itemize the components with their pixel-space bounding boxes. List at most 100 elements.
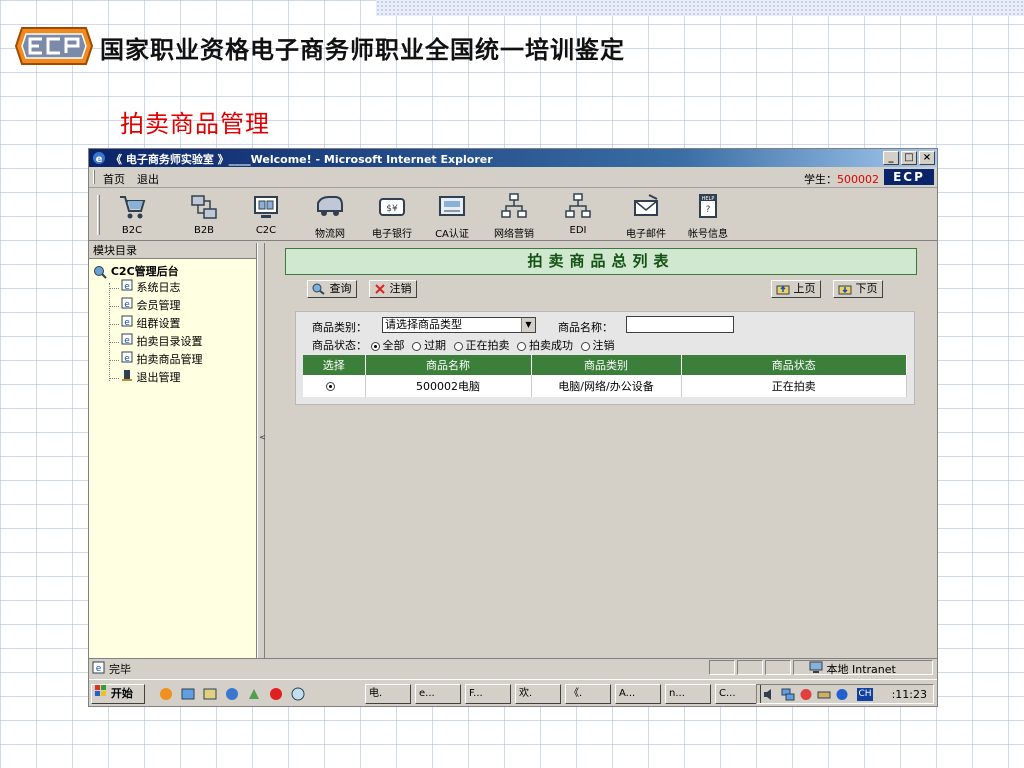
quicklaunch-red-icon[interactable] — [269, 687, 283, 701]
next-page-label: 下页 — [855, 282, 878, 295]
toolbar-c2c-button[interactable]: C2C — [237, 193, 295, 237]
toolbar-logistics-label: 物流网 — [315, 229, 345, 240]
toolbar-edi-button[interactable]: EDI — [549, 193, 607, 237]
status-radio-auctioning[interactable]: 正在拍卖 — [453, 337, 510, 353]
taskbar-clock: :11:23 — [891, 688, 927, 701]
toolbar-email-button[interactable]: 电子邮件 — [617, 193, 675, 240]
toolbar-ca-button[interactable]: CA认证 — [423, 193, 481, 240]
col-header-category[interactable]: 商品类别 — [531, 355, 682, 375]
svg-text:e: e — [124, 282, 130, 291]
task-button-a[interactable]: A... — [615, 684, 661, 704]
toolbar-b2b-button[interactable]: B2B — [175, 193, 233, 237]
module-sidebar: 模块目录 C2C管理后台 e 系统日志 e 会员管理 e 组群设置 e 拍卖目录… — [89, 243, 257, 658]
row-status-cell: 正在拍卖 — [681, 375, 907, 397]
task-button-edit[interactable]: e... — [415, 684, 461, 704]
window-titlebar[interactable]: e 《 电子商务师实验室 》____Welcome! - Microsoft I… — [89, 149, 937, 167]
task-button-c[interactable]: C... — [715, 684, 761, 704]
close-x-icon — [375, 284, 385, 294]
sidebar-item-auction-goods[interactable]: e 拍卖商品管理 — [109, 351, 203, 367]
status-radio-success[interactable]: 拍卖成功 — [517, 337, 573, 353]
language-indicator[interactable]: CH — [857, 688, 873, 701]
radio-dot[interactable] — [412, 341, 421, 351]
toolbar-logistics-button[interactable]: 物流网 — [301, 193, 359, 240]
maximize-button[interactable]: □ — [901, 151, 917, 165]
prev-page-button[interactable]: 上页 — [771, 280, 821, 298]
student-info: 学生：500002 — [804, 171, 879, 187]
module-toolbar: B2C B2B C2C 物流网 $¥ 电子银行 CA认证 网络营销 EDI 电子… — [89, 189, 937, 241]
query-button[interactable]: 查询 — [307, 280, 357, 298]
svg-text:e: e — [96, 664, 102, 674]
sidebar-item-group[interactable]: e 组群设置 — [109, 315, 181, 331]
col-header-status[interactable]: 商品状态 — [681, 355, 907, 375]
minimize-button[interactable]: _ — [883, 151, 899, 165]
row-select-radio[interactable] — [325, 380, 338, 393]
toolbar-bank-button[interactable]: $¥ 电子银行 — [363, 193, 421, 240]
radio-dot[interactable] — [517, 341, 526, 351]
sidebar-item-auction-catalog[interactable]: e 拍卖目录设置 — [109, 333, 203, 349]
intranet-icon — [809, 661, 823, 673]
quicklaunch-disc-icon[interactable] — [291, 687, 305, 701]
tree-root-c2c[interactable]: C2C管理后台 — [93, 263, 179, 279]
task-button-lab[interactable]: 《. — [565, 684, 611, 704]
status-radio-cancelled[interactable]: 注销 — [580, 337, 615, 353]
row-category-cell: 电脑/网络/办公设备 — [531, 375, 682, 397]
status-radio-expired[interactable]: 过期 — [412, 337, 446, 353]
start-label: 开始 — [110, 687, 133, 700]
frame-splitter[interactable]: < — [257, 243, 267, 658]
volume-icon[interactable] — [763, 688, 777, 701]
sidebar-item-member[interactable]: e 会员管理 — [109, 297, 181, 313]
svg-text:e: e — [124, 354, 130, 363]
list-title: 拍卖商品总列表 — [285, 248, 917, 275]
toolbar-b2c-button[interactable]: B2C — [103, 193, 161, 237]
ie-page-icon: e — [121, 297, 133, 310]
folder-up-icon — [776, 285, 790, 295]
col-header-name[interactable]: 商品名称 — [365, 355, 532, 375]
radio-dot[interactable] — [370, 341, 380, 351]
task-button-n[interactable]: n... — [665, 684, 711, 704]
toolbar-email-label: 电子邮件 — [626, 229, 666, 240]
prev-page-label: 上页 — [793, 282, 816, 295]
radio-dot[interactable] — [325, 382, 335, 391]
task-button-doc[interactable]: 电. — [365, 684, 411, 704]
row-select-cell[interactable] — [303, 375, 366, 397]
dropdown-arrow-icon[interactable]: ▼ — [521, 318, 535, 332]
name-input[interactable] — [626, 316, 734, 333]
radio-dot[interactable] — [580, 341, 590, 351]
close-button[interactable]: × — [919, 151, 935, 165]
exit-door-icon — [122, 370, 132, 381]
radio-dot[interactable] — [453, 341, 463, 351]
network-tray-icon[interactable] — [781, 688, 795, 701]
status-segment — [765, 660, 791, 675]
quicklaunch-desktop-icon[interactable] — [181, 687, 195, 701]
col-header-select[interactable]: 选择 — [303, 355, 366, 375]
quicklaunch-outlook-icon[interactable] — [203, 687, 217, 701]
quicklaunch-firefox-icon[interactable] — [159, 687, 173, 701]
quicklaunch-ie-icon[interactable] — [225, 687, 239, 701]
sidebar-item-logout[interactable]: 退出管理 — [109, 369, 181, 385]
cancel-button[interactable]: 注销 — [369, 280, 417, 298]
toolbar-marketing-button[interactable]: 网络营销 — [485, 193, 543, 240]
table-row[interactable]: 500002电脑 电脑/网络/办公设备 正在拍卖 — [303, 375, 907, 397]
ie-page-icon: e — [121, 279, 133, 292]
printer-tray-icon[interactable] — [817, 688, 831, 701]
next-page-button[interactable]: 下页 — [833, 280, 883, 298]
quicklaunch-app-icon[interactable] — [247, 687, 261, 701]
sidebar-item-label: 拍卖目录设置 — [136, 335, 203, 348]
update-tray-icon[interactable] — [835, 688, 849, 701]
menu-home[interactable]: 首页 — [103, 171, 125, 187]
category-select[interactable]: 请选择商品类型 ▼ — [382, 317, 536, 333]
menu-logout[interactable]: 退出 — [137, 171, 159, 187]
task-button-f[interactable]: F... — [465, 684, 511, 704]
toolbar-account-button[interactable]: HELP? 帐号信息 — [679, 193, 737, 240]
svg-text:HELP: HELP — [702, 196, 715, 202]
start-button[interactable]: 开始 — [91, 684, 145, 704]
status-radio-all[interactable]: 全部 — [370, 337, 405, 353]
category-label: 商品类别： — [312, 321, 367, 334]
svg-text:e: e — [124, 300, 130, 309]
security-tray-icon[interactable] — [799, 688, 813, 701]
sidebar-item-system-log[interactable]: e 系统日志 — [109, 279, 181, 295]
toolbar-edi-label: EDI — [569, 225, 587, 236]
task-button-welcome[interactable]: 欢. — [515, 684, 561, 704]
bank-icon: $¥ — [379, 198, 405, 216]
browser-window: e 《 电子商务师实验室 》____Welcome! - Microsoft I… — [88, 148, 938, 707]
